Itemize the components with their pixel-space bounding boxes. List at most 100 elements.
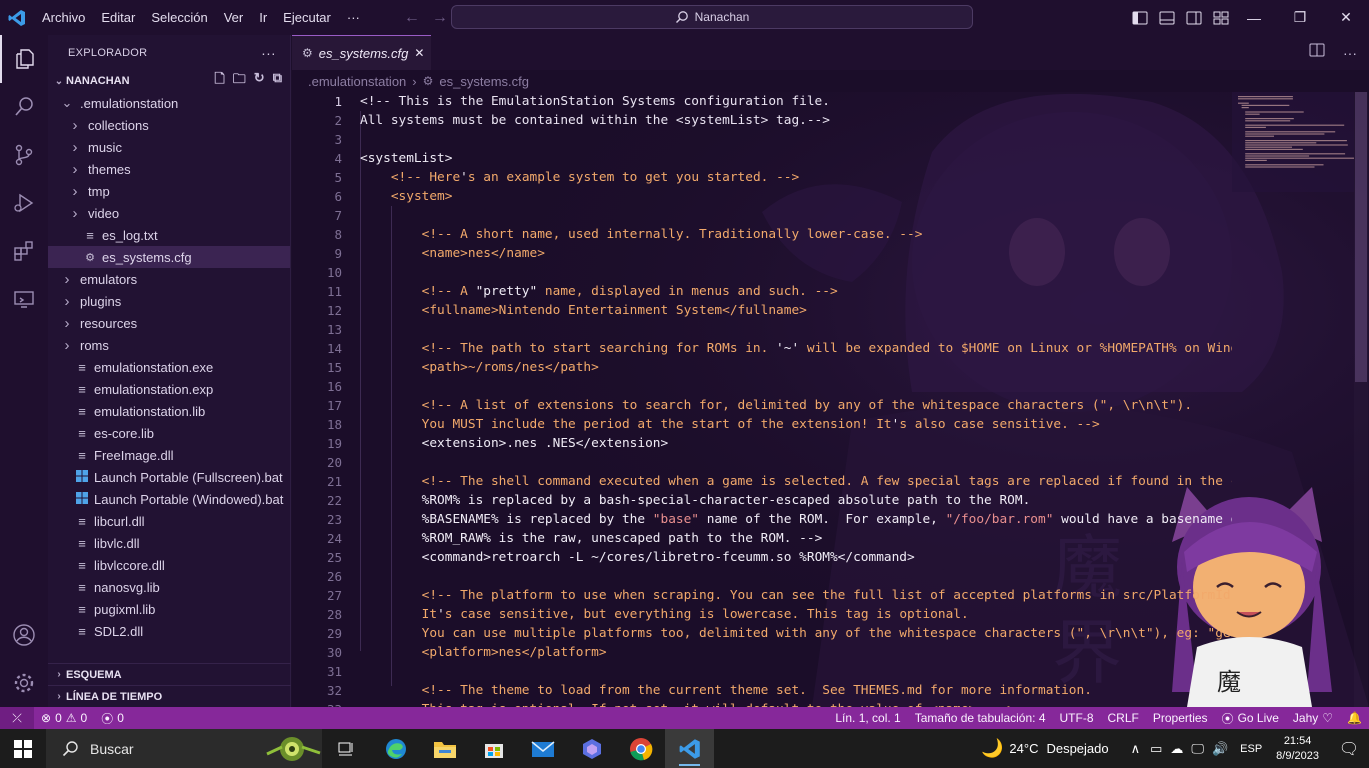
menu-more[interactable]: ··· xyxy=(339,0,368,35)
editor-more-icon[interactable]: ··· xyxy=(1343,45,1357,61)
tree-item[interactable]: ≡ FreeImage.dll xyxy=(48,444,290,466)
menu-go[interactable]: Ir xyxy=(251,0,275,35)
account-icon[interactable] xyxy=(0,611,48,659)
tree-item[interactable]: › collections xyxy=(48,114,290,136)
tree-item[interactable]: ≡ emulationstation.lib xyxy=(48,400,290,422)
tree-item[interactable]: › roms xyxy=(48,334,290,356)
theme-indicator[interactable]: Jahy ♡ xyxy=(1286,711,1340,725)
tree-item[interactable]: ≡ pugixml.lib xyxy=(48,598,290,620)
scrollbar-thumb[interactable] xyxy=(1355,92,1367,382)
command-center[interactable]: Nanachan xyxy=(451,5,973,29)
device-icon[interactable]: ▭ xyxy=(1150,741,1162,757)
tree-item[interactable]: ≡ emulationstation.exp xyxy=(48,378,290,400)
split-editor-icon[interactable] xyxy=(1309,43,1325,62)
refresh-icon[interactable]: ↻ xyxy=(254,70,265,92)
close-window-icon[interactable]: ✕ xyxy=(1323,0,1369,35)
tree-item[interactable]: ≡ es_log.txt xyxy=(48,224,290,246)
toggle-panel-icon[interactable] xyxy=(1153,0,1180,35)
tab-size[interactable]: Tamaño de tabulación: 4 xyxy=(908,711,1053,725)
taskbar-search[interactable]: Buscar xyxy=(46,729,322,768)
tree-item[interactable]: ⚙ es_systems.cfg xyxy=(48,246,290,268)
remote-indicator-icon[interactable]: ⤫ xyxy=(0,707,34,729)
extensions-icon[interactable] xyxy=(0,227,48,275)
encoding[interactable]: UTF-8 xyxy=(1053,711,1101,725)
weather-temp[interactable]: 24°C xyxy=(1009,741,1038,756)
tree-item[interactable]: › video xyxy=(48,202,290,224)
outline-section[interactable]: › ESQUEMA xyxy=(48,663,291,685)
chrome-icon[interactable] xyxy=(616,729,665,768)
network-icon[interactable]: 🖵 xyxy=(1191,741,1204,757)
close-tab-icon[interactable]: ✕ xyxy=(414,46,424,60)
restore-icon[interactable]: ❐ xyxy=(1277,0,1323,35)
end-of-line[interactable]: CRLF xyxy=(1101,711,1146,725)
timeline-section[interactable]: › LÍNEA DE TIEMPO xyxy=(48,685,291,707)
workspace-root[interactable]: ⌄ NANACHAN 🗋 🗀 ↻ ⧉ xyxy=(48,70,290,92)
source-control-icon[interactable] xyxy=(0,131,48,179)
collapse-all-icon[interactable]: ⧉ xyxy=(273,70,282,92)
remote-explorer-icon[interactable] xyxy=(0,275,48,323)
task-view-icon[interactable] xyxy=(322,729,371,768)
tree-item[interactable]: ≡ SDL2.dll xyxy=(48,620,290,642)
show-hidden-icons[interactable]: ∧ xyxy=(1131,741,1141,757)
copilot-icon[interactable] xyxy=(567,729,616,768)
ports-indicator[interactable]: ⦿ 0 xyxy=(94,710,131,727)
minimize-icon[interactable]: — xyxy=(1231,0,1277,35)
onedrive-cloud-icon[interactable]: ☁ xyxy=(1170,741,1183,757)
tree-item[interactable]: › tmp xyxy=(48,180,290,202)
toggle-secondary-sidebar-icon[interactable] xyxy=(1180,0,1207,35)
tree-item[interactable]: › themes xyxy=(48,158,290,180)
file-explorer-icon[interactable] xyxy=(420,729,469,768)
notifications-icon[interactable]: 🔔 xyxy=(1340,711,1369,725)
tree-item[interactable]: › plugins xyxy=(48,290,290,312)
input-language[interactable]: ESP xyxy=(1240,743,1262,755)
search-activity-icon[interactable] xyxy=(0,83,48,131)
tree-item[interactable]: ≡ libvlc.dll xyxy=(48,532,290,554)
clock[interactable]: 21:54 8/9/2023 xyxy=(1266,734,1329,764)
tree-item[interactable]: › emulators xyxy=(48,268,290,290)
run-debug-icon[interactable] xyxy=(0,179,48,227)
weather-moon-icon[interactable]: 🌙 xyxy=(981,738,1003,759)
tree-item[interactable]: ≡ es-core.lib xyxy=(48,422,290,444)
go-live-button[interactable]: ⦿ Go Live xyxy=(1215,710,1286,727)
tree-item[interactable]: Launch Portable (Windowed).bat xyxy=(48,488,290,510)
problems-indicator[interactable]: ⊗ 0 ⚠ 0 xyxy=(34,711,94,725)
tab-es-systems[interactable]: ⚙ es_systems.cfg ✕ xyxy=(292,35,431,70)
tree-item[interactable]: ≡ emulationstation.exe xyxy=(48,356,290,378)
menu-selection[interactable]: Selección xyxy=(143,0,215,35)
new-folder-icon[interactable]: 🗀 xyxy=(233,70,246,92)
mail-icon[interactable] xyxy=(518,729,567,768)
new-file-icon[interactable]: 🗋 xyxy=(214,70,224,92)
vscode-taskbar-icon[interactable] xyxy=(665,729,714,768)
back-arrow-icon[interactable]: ← xyxy=(398,9,426,27)
tree-item[interactable]: ≡ libvlccore.dll xyxy=(48,554,290,576)
edge-browser-icon[interactable] xyxy=(371,729,420,768)
tree-item[interactable]: ⌄ .emulationstation xyxy=(48,92,290,114)
forward-arrow-icon[interactable]: → xyxy=(426,9,454,27)
minimap[interactable] xyxy=(1232,92,1354,192)
microsoft-store-icon[interactable] xyxy=(469,729,518,768)
vertical-scrollbar[interactable] xyxy=(1354,92,1368,707)
tree-item[interactable]: ≡ libcurl.dll xyxy=(48,510,290,532)
more-actions-icon[interactable]: ··· xyxy=(261,45,276,61)
menu-view[interactable]: Ver xyxy=(216,0,252,35)
files-icon[interactable] xyxy=(0,35,48,83)
customize-layout-icon[interactable] xyxy=(1207,0,1234,35)
settings-gear-icon[interactable] xyxy=(0,659,48,707)
menu-file[interactable]: Archivo xyxy=(34,0,93,35)
language-mode[interactable]: Properties xyxy=(1146,711,1215,725)
breadcrumb-folder[interactable]: .emulationstation xyxy=(308,74,406,89)
volume-icon[interactable]: 🔊 xyxy=(1212,741,1228,757)
tree-item[interactable]: › resources xyxy=(48,312,290,334)
menu-run[interactable]: Ejecutar xyxy=(275,0,339,35)
tree-item[interactable]: Launch Portable (Fullscreen).bat xyxy=(48,466,290,488)
cursor-position[interactable]: Lín. 1, col. 1 xyxy=(828,711,907,725)
windows-start-icon[interactable] xyxy=(0,729,46,768)
notification-center-icon[interactable]: 🗨 xyxy=(1329,739,1369,759)
menu-edit[interactable]: Editar xyxy=(93,0,143,35)
weather-desc[interactable]: Despejado xyxy=(1046,741,1108,756)
code-area[interactable]: 魔 界 魔 1 2 3 4 5 6 7 8 9 10 11 12 13 14 1… xyxy=(292,92,1369,707)
toggle-sidebar-icon[interactable] xyxy=(1126,0,1153,35)
tree-item[interactable]: › music xyxy=(48,136,290,158)
breadcrumb-file[interactable]: es_systems.cfg xyxy=(439,74,529,89)
tree-item[interactable]: ≡ nanosvg.lib xyxy=(48,576,290,598)
